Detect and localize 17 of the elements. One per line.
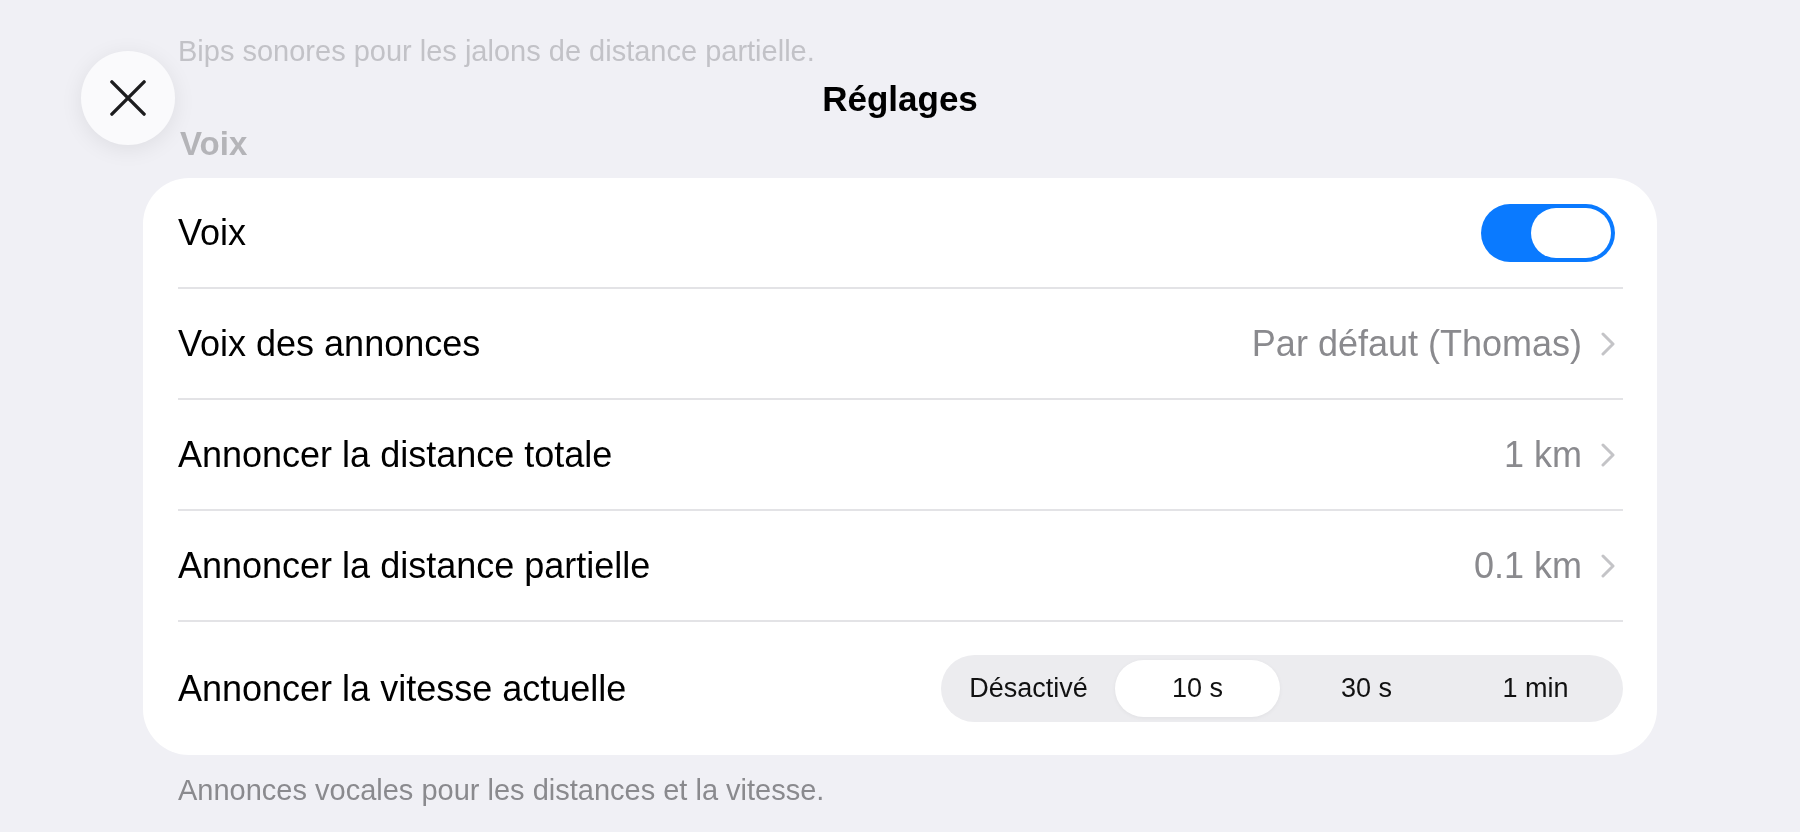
toggle-switch[interactable] <box>1481 203 1615 262</box>
setting-label: Voix <box>178 210 247 255</box>
segment-option[interactable]: 30 s <box>1284 660 1449 717</box>
close-icon <box>110 80 146 116</box>
footer-note: Annonces vocales pour les distances et la vitesse. <box>178 773 825 808</box>
page-title: Réglages <box>822 79 978 119</box>
segment-option[interactable]: 10 s <box>1115 660 1280 717</box>
chevron-icon <box>1601 331 1615 356</box>
segment-option[interactable]: Désactivé <box>946 660 1111 717</box>
chevron-icon <box>1601 442 1615 467</box>
setting-label: Annoncer la distance partielle <box>178 543 651 588</box>
setting-label: Voix des annonces <box>178 321 481 366</box>
setting-label: Annoncer la distance totale <box>178 432 613 477</box>
segment-option[interactable]: 1 min <box>1453 660 1618 717</box>
chevron-icon <box>1601 553 1615 578</box>
setting-label: Annoncer la vitesse actuelle <box>178 666 627 711</box>
section-heading: Voix <box>180 124 248 164</box>
